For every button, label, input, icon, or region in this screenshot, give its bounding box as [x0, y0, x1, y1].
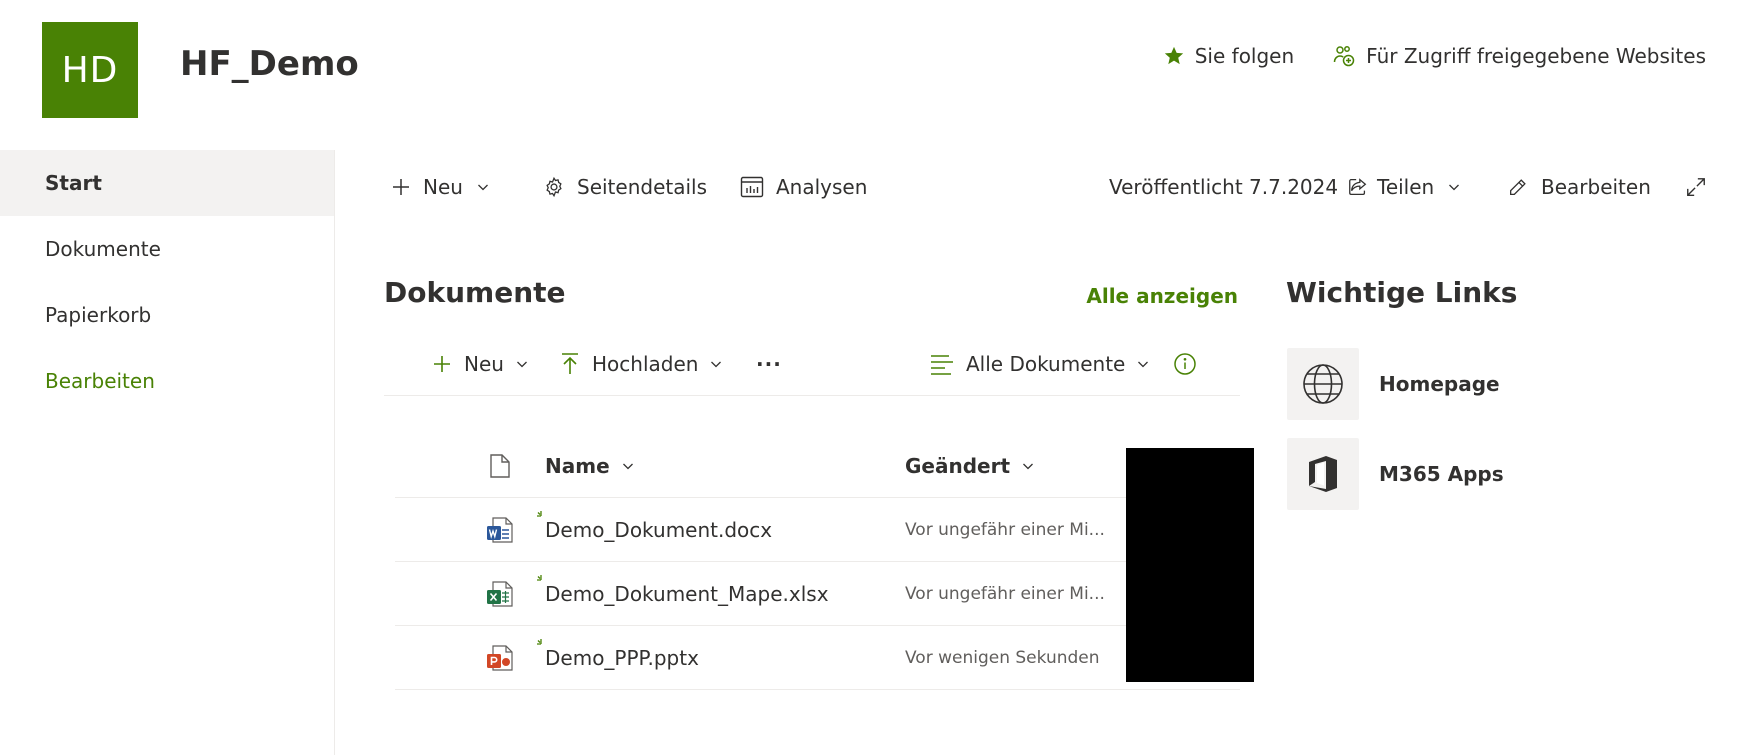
- list-view-icon: [930, 353, 954, 375]
- nav-item-start[interactable]: Start: [0, 150, 334, 216]
- chevron-down-icon: [710, 358, 722, 370]
- more-actions-button[interactable]: ···: [756, 332, 782, 396]
- quick-link-label: Homepage: [1379, 372, 1500, 396]
- quick-links-title: Wichtige Links: [1286, 276, 1518, 309]
- file-type-column-icon[interactable]: [485, 451, 515, 481]
- header-actions: Sie folgen Für Zugriff freigegebene Webs…: [1125, 44, 1706, 68]
- left-navigation: Start Dokumente Papierkorb Bearbeiten: [0, 150, 335, 755]
- documents-title: Dokumente: [384, 276, 566, 309]
- documents-toolbar: Neu Hochladen ··· Alle Dokumente: [384, 332, 1240, 396]
- chevron-down-icon: [1448, 181, 1460, 193]
- page-details-button[interactable]: Seitendetails: [543, 150, 707, 224]
- new-document-label: Neu: [464, 352, 504, 376]
- chevron-down-icon: [1137, 358, 1149, 370]
- globe-icon: [1302, 363, 1344, 405]
- edit-page-label: Bearbeiten: [1541, 175, 1651, 199]
- nav-edit-link[interactable]: Bearbeiten: [0, 348, 334, 414]
- powerpoint-file-icon: [485, 643, 515, 673]
- quick-link-tile: [1287, 348, 1359, 420]
- new-document-button[interactable]: Neu: [432, 332, 528, 396]
- analytics-button[interactable]: Analysen: [740, 150, 867, 224]
- more-icon: ···: [756, 352, 782, 376]
- view-selector[interactable]: Alle Dokumente: [930, 332, 1149, 396]
- table-row[interactable]: Demo_Dokument.docx Vor ungefähr einer Mi…: [395, 498, 1240, 562]
- plus-icon: [391, 177, 411, 197]
- word-file-icon: [485, 515, 515, 545]
- new-page-label: Neu: [423, 175, 463, 199]
- shared-sites-icon: [1332, 44, 1356, 68]
- name-column-header[interactable]: Name: [545, 434, 634, 498]
- expand-icon: [1685, 176, 1707, 198]
- new-page-button[interactable]: Neu: [391, 150, 489, 224]
- chevron-down-icon: [622, 460, 634, 472]
- info-button[interactable]: [1173, 332, 1197, 396]
- shared-sites-label: Für Zugriff freigegebene Websites: [1366, 44, 1706, 68]
- star-icon: [1163, 45, 1185, 67]
- edit-page-button[interactable]: Bearbeiten: [1507, 150, 1651, 224]
- published-status: Veröffentlicht 7.7.2024: [1109, 150, 1338, 224]
- upload-icon: [560, 352, 580, 376]
- site-title[interactable]: HF_Demo: [180, 44, 359, 84]
- table-header-row: Name Geändert: [395, 434, 1240, 498]
- share-label: Teilen: [1377, 175, 1435, 199]
- file-name[interactable]: Demo_Dokument.docx: [545, 498, 772, 562]
- page-command-bar: Neu Seitendetails Analysen Veröffentlich…: [335, 150, 1740, 224]
- quick-link-homepage[interactable]: Homepage: [1287, 348, 1500, 420]
- analytics-label: Analysen: [776, 175, 868, 199]
- chevron-down-icon: [477, 181, 489, 193]
- view-selector-label: Alle Dokumente: [966, 352, 1126, 376]
- modified-value: Vor ungefähr einer Mi...: [905, 584, 1105, 604]
- follow-button[interactable]: Sie folgen: [1163, 44, 1294, 68]
- modified-value: Vor wenigen Sekunden: [905, 648, 1100, 668]
- upload-label: Hochladen: [592, 352, 699, 376]
- share-icon: [1347, 176, 1369, 198]
- see-all-link[interactable]: Alle anzeigen: [1086, 284, 1238, 308]
- file-name[interactable]: Demo_Dokument_Mape.xlsx: [545, 562, 829, 626]
- pencil-icon: [1507, 176, 1529, 198]
- quick-link-m365-apps[interactable]: M365 Apps: [1287, 438, 1504, 510]
- info-icon: [1173, 352, 1197, 376]
- office-icon: [1305, 454, 1341, 494]
- published-label: Veröffentlicht 7.7.2024: [1109, 175, 1339, 199]
- nav-item-dokumente[interactable]: Dokumente: [0, 216, 334, 282]
- follow-label: Sie folgen: [1194, 44, 1295, 68]
- modified-column-header[interactable]: Geändert: [905, 434, 1034, 498]
- quick-link-label: M365 Apps: [1379, 462, 1504, 486]
- shared-sites-button[interactable]: Für Zugriff freigegebene Websites: [1332, 44, 1706, 68]
- documents-table: Name Geändert Demo_Dokument.docx Vor ung…: [395, 434, 1240, 690]
- excel-file-icon: [485, 579, 515, 609]
- chevron-down-icon: [516, 358, 528, 370]
- redacted-area: [1126, 448, 1254, 682]
- plus-icon: [432, 354, 452, 374]
- upload-button[interactable]: Hochladen: [560, 332, 722, 396]
- file-name[interactable]: Demo_PPP.pptx: [545, 626, 699, 690]
- table-row[interactable]: Demo_PPP.pptx Vor wenigen Sekunden: [395, 626, 1240, 690]
- page-details-label: Seitendetails: [577, 175, 708, 199]
- gear-icon: [543, 176, 565, 198]
- table-row[interactable]: Demo_Dokument_Mape.xlsx Vor ungefähr ein…: [395, 562, 1240, 626]
- nav-item-papierkorb[interactable]: Papierkorb: [0, 282, 334, 348]
- site-header: HD HF_Demo Sie folgen Für Zugriff freige…: [0, 0, 1740, 150]
- chevron-down-icon: [1022, 460, 1034, 472]
- site-logo[interactable]: HD: [42, 22, 138, 118]
- analytics-icon: [740, 176, 764, 198]
- share-button[interactable]: Teilen: [1347, 150, 1460, 224]
- expand-button[interactable]: [1685, 150, 1707, 224]
- modified-value: Vor ungefähr einer Mi...: [905, 520, 1105, 540]
- quick-link-tile: [1287, 438, 1359, 510]
